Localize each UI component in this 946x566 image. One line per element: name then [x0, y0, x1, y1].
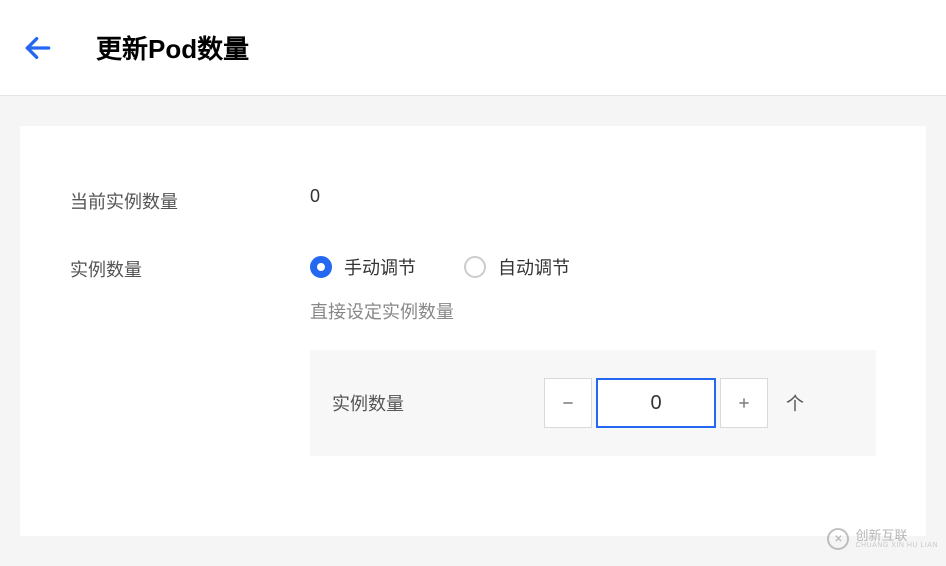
watermark-subtext: CHUANG XIN HU LIAN [855, 542, 938, 549]
page-title: 更新Pod数量 [96, 29, 249, 66]
radio-manual[interactable]: 手动调节 [310, 254, 416, 280]
label-instance-count: 实例数量 [70, 254, 310, 282]
page-header: 更新Pod数量 [0, 0, 946, 96]
helper-text: 直接设定实例数量 [310, 298, 876, 324]
stepper-container: 实例数量 个 [310, 350, 876, 456]
value-current-count: 0 [310, 186, 320, 206]
watermark-logo-icon: ✕ [827, 528, 849, 550]
radio-label-manual: 手动调节 [344, 254, 416, 280]
radio-auto[interactable]: 自动调节 [464, 254, 570, 280]
watermark-text: 创新互联 [855, 529, 938, 542]
row-instance-count: 实例数量 手动调节 自动调节 直接设定实例数量 实例数量 [70, 254, 876, 456]
back-arrow-icon[interactable] [22, 32, 54, 64]
increment-button[interactable] [720, 378, 768, 428]
stepper-label: 实例数量 [332, 390, 404, 416]
quantity-stepper: 个 [544, 378, 804, 428]
adjust-mode-radio-group: 手动调节 自动调节 [310, 254, 876, 280]
radio-label-auto: 自动调节 [498, 254, 570, 280]
decrement-button[interactable] [544, 378, 592, 428]
label-current-count: 当前实例数量 [70, 186, 310, 214]
instance-count-input[interactable] [596, 378, 716, 428]
content-wrapper: 当前实例数量 0 实例数量 手动调节 自动调节 直接设定实例数量 [0, 96, 946, 566]
row-current-count: 当前实例数量 0 [70, 186, 876, 214]
stepper-unit: 个 [786, 390, 804, 416]
form-card: 当前实例数量 0 实例数量 手动调节 自动调节 直接设定实例数量 [20, 126, 926, 536]
radio-icon [464, 256, 486, 278]
watermark: ✕ 创新互联 CHUANG XIN HU LIAN [827, 528, 938, 550]
radio-icon [310, 256, 332, 278]
